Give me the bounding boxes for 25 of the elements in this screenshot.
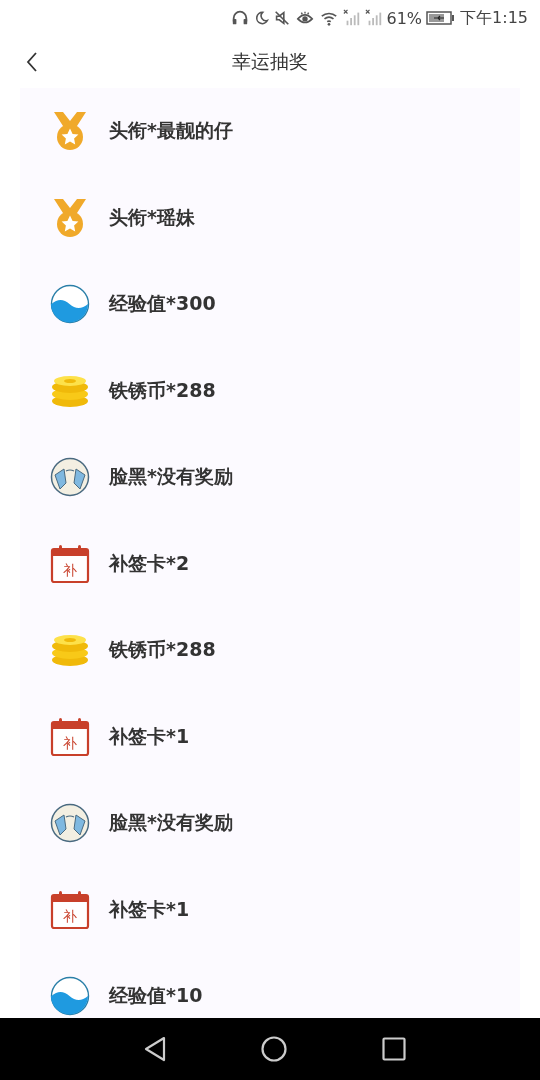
prize-label: 头衔*最靓的仔	[109, 118, 233, 144]
battery-icon	[426, 9, 457, 27]
prize-label: 脸黑*没有奖励	[109, 464, 233, 490]
crying-face-icon	[50, 803, 90, 844]
water-icon	[50, 284, 90, 325]
prize-label: 铁锈币*288	[109, 377, 216, 403]
page-title: 幸运抽奖	[232, 49, 308, 74]
home-icon[interactable]	[261, 1036, 287, 1062]
prize-label: 经验值*10	[109, 983, 203, 1009]
prize-label: 脸黑*没有奖励	[109, 810, 233, 836]
clock-time: 下午1:15	[460, 7, 528, 29]
signal-icon	[364, 9, 383, 27]
mute-icon	[272, 9, 291, 27]
prize-label: 补签卡*2	[109, 550, 190, 576]
crying-face-icon	[50, 457, 90, 498]
prize-label: 补签卡*1	[109, 723, 190, 749]
prize-label: 头衔*瑶妹	[109, 204, 195, 230]
battery-percent: 61%	[386, 8, 423, 28]
recents-icon[interactable]	[382, 1037, 406, 1061]
back-icon[interactable]	[26, 51, 38, 73]
prize-label: 铁锈币*288	[109, 637, 216, 663]
signal-icon	[342, 9, 361, 27]
prize-label: 经验值*300	[109, 291, 216, 317]
headphones-icon	[230, 9, 249, 27]
prize-label: 补签卡*1	[109, 896, 190, 922]
